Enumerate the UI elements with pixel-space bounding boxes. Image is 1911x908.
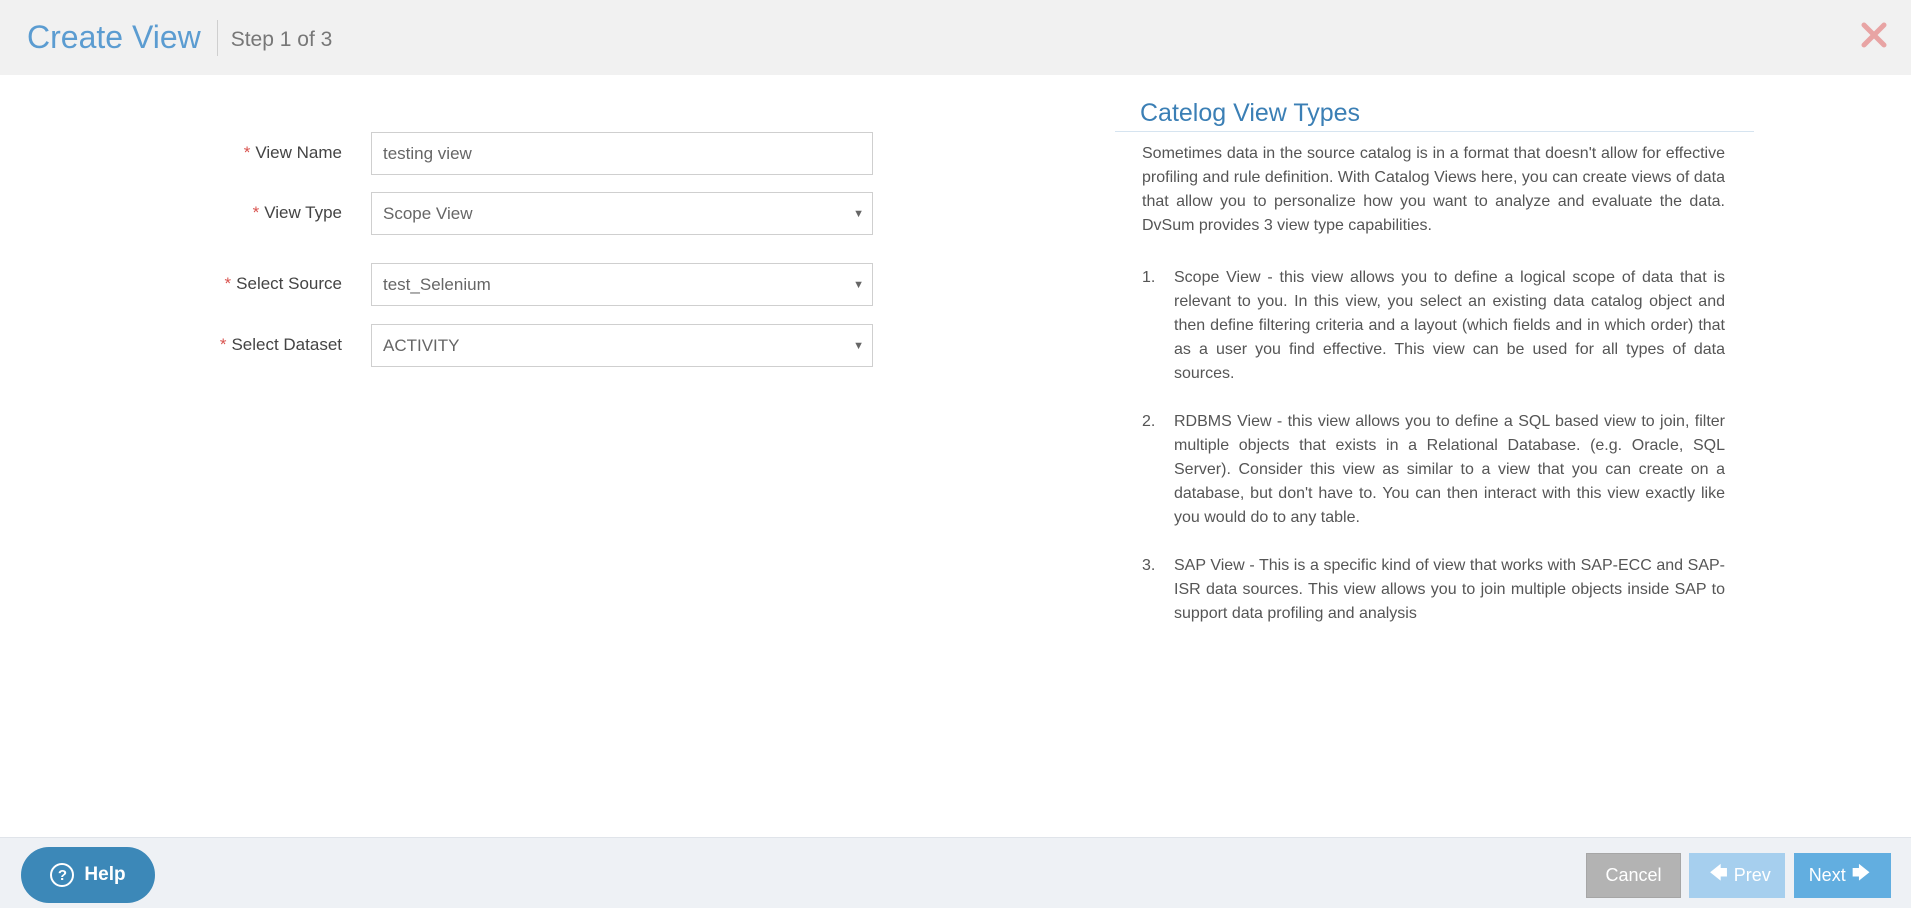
help-label: Help [84,864,126,885]
prev-button[interactable]: 🡄 Prev [1689,853,1785,898]
dialog-header: Create View Step 1 of 3 [0,0,1911,75]
next-button[interactable]: Next 🡆 [1794,853,1891,898]
select-dataset-label: * Select Dataset [220,324,342,366]
select-source-value: test_Selenium [383,274,491,294]
view-name-label-text: View Name [255,143,342,162]
arrow-right-icon: 🡆 [1851,862,1871,883]
required-marker: * [224,274,232,293]
caret-down-icon: ▼ [853,340,864,352]
cancel-button[interactable]: Cancel [1586,853,1681,898]
caret-down-icon: ▼ [853,208,864,220]
list-item: 3. SAP View - This is a specific kind of… [1142,554,1725,626]
info-intro: Sometimes data in the source catalog is … [1142,145,1725,234]
select-dataset-row: * Select Dataset ACTIVITY ▼ [0,324,900,368]
list-item-number: 1. [1142,269,1156,286]
info-body: Sometimes data in the source catalog is … [1115,142,1725,626]
help-button[interactable]: ? Help [21,847,155,903]
caret-down-icon: ▼ [853,279,864,291]
next-label: Next [1808,865,1846,885]
select-source-select[interactable]: test_Selenium ▼ [371,263,873,306]
select-dataset-select[interactable]: ACTIVITY ▼ [371,324,873,367]
cancel-label: Cancel [1605,865,1662,885]
close-icon[interactable] [1857,18,1891,52]
question-circle-icon: ? [50,863,75,887]
arrow-left-icon: 🡄 [1709,862,1728,883]
select-source-label-text: Select Source [236,274,342,293]
view-type-label-text: View Type [264,203,342,222]
select-dataset-label-text: Select Dataset [231,335,342,354]
select-source-row: * Select Source test_Selenium ▼ [0,263,900,307]
prev-label: Prev [1733,865,1771,885]
list-item-number: 2. [1142,413,1156,430]
list-item-number: 3. [1142,557,1156,574]
view-type-select[interactable]: Scope View ▼ [371,192,873,235]
view-type-row: * View Type Scope View ▼ [0,192,900,236]
list-item-text: Scope View - this view allows you to def… [1174,269,1725,382]
step-indicator: Step 1 of 3 [230,27,333,51]
dialog-footer: ? Help Cancel 🡄 Prev Next 🡆 [0,837,1911,908]
view-name-value: testing view [383,143,472,163]
info-title: Catelog View Types [1115,98,1754,132]
list-item-text: RDBMS View - this view allows you to def… [1174,413,1725,526]
page-title: Create View [27,19,201,55]
list-item: 1. Scope View - this view allows you to … [1142,266,1725,386]
view-types-list: 1. Scope View - this view allows you to … [1142,266,1725,626]
title-divider [216,19,218,56]
view-types-info-panel: Catelog View Types Sometimes data in the… [1115,98,1755,650]
view-type-value: Scope View [383,203,473,223]
required-marker: * [252,203,260,222]
select-source-label: * Select Source [225,263,342,305]
list-item-text: SAP View - This is a specific kind of vi… [1174,557,1725,622]
view-name-row: * View Name testing view [0,132,900,176]
view-form: * View Name testing view * View Type Sco… [0,75,900,675]
required-marker: * [219,335,227,354]
view-type-label: * View Type [253,192,342,234]
required-marker: * [243,143,251,162]
list-item: 2. RDBMS View - this view allows you to … [1142,410,1725,530]
view-name-input[interactable]: testing view [371,132,873,175]
select-dataset-value: ACTIVITY [383,335,460,355]
view-name-label: * View Name [244,132,342,174]
